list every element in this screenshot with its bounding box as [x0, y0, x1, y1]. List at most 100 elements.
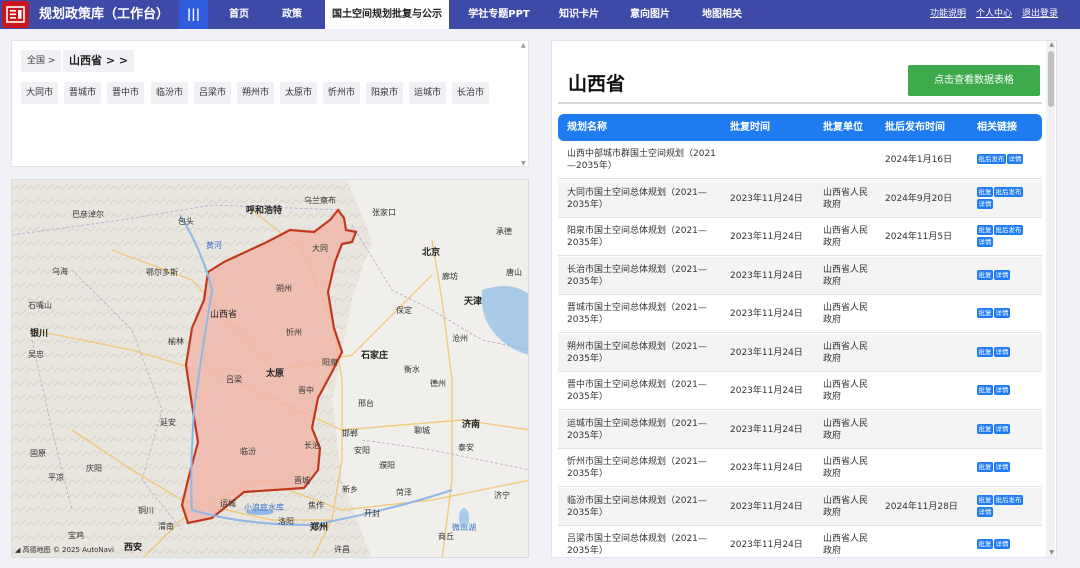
map-label: 临汾 — [240, 447, 256, 456]
detail-scrollbar[interactable] — [1046, 41, 1055, 557]
plan-name-cell: 运城市国土空间总体规划（2021—2035年） — [567, 418, 707, 441]
scrollbar-thumb[interactable] — [1048, 51, 1054, 107]
city-chip[interactable]: 吕梁市 — [194, 82, 231, 104]
link-tag-button[interactable]: 批复 — [977, 385, 993, 395]
link-tag-button[interactable]: 批后发布 — [994, 225, 1023, 235]
plan-name-cell: 长治市国土空间总体规划（2021—2035年） — [567, 264, 707, 287]
nav-item-knowledge-cards[interactable]: 知识卡片 — [553, 0, 605, 29]
city-chip[interactable]: 太原市 — [280, 82, 317, 104]
link-tag-button[interactable]: 详情 — [994, 308, 1010, 318]
link-tag-button[interactable]: 批复 — [977, 539, 993, 549]
nav-item-planning-approval[interactable]: 国土空间规划批复与公示 — [325, 0, 449, 29]
city-chip[interactable]: 晋中市 — [107, 82, 144, 104]
link-tag-button[interactable]: 批后发布 — [994, 186, 1023, 197]
link-tag-button[interactable]: 批复 — [977, 269, 993, 280]
link-tag-button[interactable]: 详情 — [977, 237, 993, 247]
scroll-up-arrow-icon[interactable]: ▲ — [521, 42, 526, 49]
profile-link[interactable]: 个人中心 — [976, 0, 1012, 29]
link-tag-button[interactable]: 详情 — [994, 269, 1010, 280]
scroll-down-arrow-icon[interactable]: ▼ — [521, 160, 526, 167]
city-chip[interactable]: 朔州市 — [237, 82, 274, 104]
plan-name-cell: 晋中市国土空间总体规划（2021—2035年） — [567, 380, 707, 402]
approval-unit-cell: 山西省人民政府 — [823, 303, 869, 325]
link-tag-button[interactable]: 详情 — [994, 423, 1010, 434]
link-tag-button[interactable]: 批复 — [977, 423, 993, 434]
logout-link[interactable]: 退出登录 — [1022, 0, 1058, 29]
nav-item-policy[interactable]: 政策 — [272, 0, 312, 29]
app-logo[interactable] — [2, 1, 29, 28]
approval-date-cell: 2023年11月24日 — [730, 463, 803, 473]
table-row[interactable]: 大同市国土空间总体规划（2021—2035年） 2023年11月24日 山西省人民政… — [558, 179, 1042, 218]
city-chip[interactable]: 阳泉市 — [366, 82, 403, 104]
approval-unit-cell: 山西省人民政府 — [823, 187, 869, 210]
approval-unit-cell: 山西省人民政府 — [823, 380, 869, 402]
link-tag-button[interactable]: 详情 — [994, 385, 1010, 395]
map-label: 乌兰察布 — [304, 196, 336, 205]
map-label: 铜川 — [138, 506, 154, 515]
link-tag-button[interactable]: 详情 — [994, 462, 1010, 472]
approval-unit-cell: 山西省人民政府 — [823, 495, 869, 518]
map-label: 石嘴山 — [28, 301, 52, 310]
map-label: 宝鸡 — [68, 531, 84, 540]
map-view[interactable]: 乌兰察布 呼和浩特 张家口 承德 巴彦淖尔 包头 大同 北京 乌海 鄂尔多斯 朔… — [11, 179, 529, 558]
view-data-table-button[interactable]: 点击查看数据表格 — [908, 65, 1040, 96]
link-tag-button[interactable]: 详情 — [994, 346, 1010, 357]
table-row[interactable]: 忻州市国土空间总体规划（2021—2035年） 2023年11月24日 山西省人民政… — [558, 449, 1042, 487]
map-label: 北京 — [422, 248, 441, 258]
city-chip[interactable]: 临汾市 — [151, 82, 188, 104]
related-links-cell: 批复 详情 — [977, 308, 1039, 320]
city-chip[interactable]: 忻州市 — [323, 82, 360, 104]
city-chip[interactable]: 运城市 — [409, 82, 446, 104]
table-row[interactable]: 朔州市国土空间总体规划（2021—2035年） 2023年11月24日 山西省人民政… — [558, 333, 1042, 372]
scroll-up-arrow-icon[interactable]: ▲ — [1049, 41, 1054, 48]
related-links-cell: 批复 详情 — [977, 269, 1039, 282]
city-chip[interactable]: 大同市 — [21, 82, 58, 104]
table-row[interactable]: 山西中部城市群国土空间规划（2021—2035年） 2024年1月16日 批后发布详… — [558, 141, 1042, 179]
breadcrumb-country[interactable]: 全国 > — [21, 50, 62, 72]
table-row[interactable]: 阳泉市国土空间总体规划（2021—2035年） 2023年11月24日 山西省人民政… — [558, 218, 1042, 256]
nav-item-images[interactable]: 意向图片 — [624, 0, 676, 29]
map-label: 西安 — [124, 543, 143, 553]
approval-date-cell: 2023年11月24日 — [730, 270, 803, 281]
nav-item-ppt[interactable]: 学社专题PPT — [463, 0, 535, 29]
table-row[interactable]: 晋中市国土空间总体规划（2021—2035年） 2023年11月24日 山西省人民政… — [558, 372, 1042, 410]
link-tag-button[interactable]: 批复 — [977, 308, 993, 318]
publish-date-cell: 2024年1月16日 — [885, 155, 953, 165]
nav-item-maps[interactable]: 地图相关 — [696, 0, 748, 29]
table-row[interactable]: 吕梁市国土空间总体规划（2021—2035年） 2023年11月24日 山西省人民政… — [558, 526, 1042, 557]
breadcrumb-province[interactable]: 山西省 > > — [63, 50, 135, 72]
table-row[interactable]: 运城市国土空间总体规划（2021—2035年） 2023年11月24日 山西省人民政… — [558, 410, 1042, 449]
column-header: 批后发布时间 — [885, 122, 945, 133]
approval-date-cell: 2023年11月24日 — [730, 347, 803, 358]
link-tag-button[interactable]: 详情 — [1007, 154, 1023, 164]
map-label: 承德 — [496, 227, 512, 236]
link-tag-button[interactable]: 批后发布 — [994, 494, 1023, 505]
map-label: 廊坊 — [442, 272, 458, 281]
map-label: 聊城 — [414, 426, 430, 435]
link-tag-button[interactable]: 批复 — [977, 462, 993, 472]
menu-icon[interactable]: ||| — [179, 0, 208, 29]
region-panel-scrollbar[interactable]: ▲ ▼ — [521, 42, 527, 167]
link-tag-button[interactable]: 详情 — [994, 539, 1010, 549]
table-row[interactable]: 长治市国土空间总体规划（2021—2035年） 2023年11月24日 山西省人民政… — [558, 256, 1042, 295]
link-tag-button[interactable]: 批复 — [977, 186, 993, 197]
map-label: 乌海 — [52, 267, 68, 276]
link-tag-button[interactable]: 批后发布 — [977, 154, 1006, 164]
map-label: 呼和浩特 — [246, 206, 283, 216]
scroll-down-arrow-icon[interactable]: ▼ — [1049, 549, 1054, 556]
publish-date-cell: 2024年9月20日 — [885, 193, 953, 204]
city-chip[interactable]: 长治市 — [452, 82, 489, 104]
link-tag-button[interactable]: 详情 — [977, 506, 993, 517]
link-tag-button[interactable]: 批复 — [977, 494, 993, 505]
plan-name-cell: 朔州市国土空间总体规划（2021—2035年） — [567, 341, 707, 364]
nav-item-home[interactable]: 首页 — [219, 0, 259, 29]
link-tag-button[interactable]: 批复 — [977, 346, 993, 357]
plan-name-cell: 阳泉市国土空间总体规划（2021—2035年） — [567, 226, 707, 248]
map-label: 济宁 — [494, 491, 510, 500]
help-link[interactable]: 功能说明 — [930, 0, 966, 29]
city-chip[interactable]: 晋城市 — [64, 82, 101, 104]
link-tag-button[interactable]: 详情 — [977, 198, 993, 209]
table-row[interactable]: 临汾市国土空间总体规划（2021—2035年） 2023年11月24日 山西省人民政… — [558, 487, 1042, 526]
table-row[interactable]: 晋城市国土空间总体规划（2021—2035年） 2023年11月24日 山西省人民政… — [558, 295, 1042, 333]
link-tag-button[interactable]: 批复 — [977, 225, 993, 235]
